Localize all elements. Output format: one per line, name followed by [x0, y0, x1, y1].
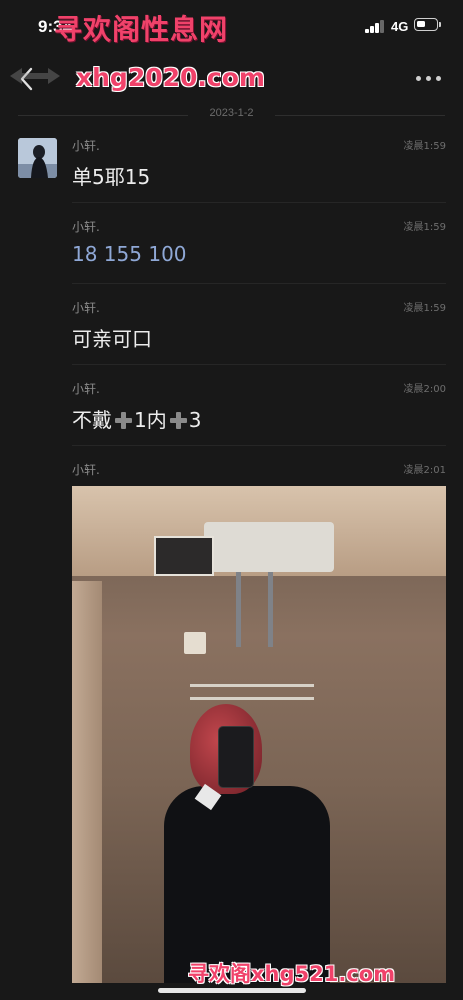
photo-door-frame	[72, 581, 102, 983]
photo-pipe	[268, 572, 273, 647]
message-text-part: 3	[188, 408, 202, 432]
photo-socket	[184, 632, 206, 654]
chat-date: 2023-1-2	[209, 107, 254, 119]
message-item[interactable]: 小轩. 凌晨1:59 单5耶15	[72, 137, 446, 203]
message-text: 不戴 1内 3	[72, 404, 201, 433]
nav-bar: xhg2020.com	[0, 56, 463, 104]
message-time: 凌晨1:59	[403, 303, 446, 314]
photo-phone	[218, 726, 254, 788]
plus-emoji-icon	[169, 411, 187, 429]
photo-person-body	[164, 786, 330, 983]
message-photo[interactable]	[72, 486, 446, 983]
message-time: 凌晨1:59	[403, 222, 446, 233]
message-divider	[72, 445, 446, 446]
status-bar: 9:34 寻欢阁性息网 4G	[0, 0, 463, 56]
photo-towel-rack	[190, 684, 314, 700]
message-divider	[72, 202, 446, 203]
message-text-part: 1内	[134, 408, 167, 432]
message-text-part: 不戴	[72, 408, 112, 432]
message-item: 小轩. 凌晨2:01	[72, 461, 446, 481]
battery-icon	[414, 18, 441, 31]
photo-vent	[154, 536, 214, 576]
avatar[interactable]	[18, 138, 57, 178]
message-sender: 小轩.	[72, 301, 100, 315]
message-item[interactable]: 小轩. 凌晨2:00 不戴 1内 3	[72, 380, 446, 446]
network-type: 4G	[391, 19, 409, 34]
message-text: 可亲可口	[72, 327, 152, 351]
signal-icon	[365, 20, 385, 33]
plus-emoji-icon	[114, 411, 132, 429]
message-sender: 小轩.	[72, 463, 100, 477]
photo-water-heater	[204, 522, 334, 572]
arrows-icon	[10, 68, 60, 84]
watermark-top: 寻欢阁性息网	[54, 13, 229, 46]
message-sender: 小轩.	[72, 382, 100, 396]
message-sender: 小轩.	[72, 220, 100, 234]
message-item[interactable]: 小轩. 凌晨1:59 18 155 100	[72, 218, 446, 284]
watermark-domain: xhg2020.com	[76, 63, 265, 92]
date-divider: 2023-1-2	[0, 106, 463, 124]
message-phone-link[interactable]: 18 155 100	[72, 242, 187, 266]
message-item[interactable]: 小轩. 凌晨1:59 可亲可口	[72, 299, 446, 365]
home-indicator[interactable]	[158, 988, 306, 993]
message-sender: 小轩.	[72, 139, 100, 153]
message-time: 凌晨2:01	[403, 465, 446, 476]
message-time: 凌晨2:00	[403, 384, 446, 395]
message-text: 单5耶15	[72, 165, 151, 189]
more-options-icon[interactable]	[416, 76, 442, 82]
photo-pipe	[236, 572, 241, 647]
message-time: 凌晨1:59	[403, 141, 446, 152]
watermark-bottom: 寻欢阁xhg521.com	[188, 962, 396, 986]
message-divider	[72, 283, 446, 284]
message-divider	[72, 364, 446, 365]
